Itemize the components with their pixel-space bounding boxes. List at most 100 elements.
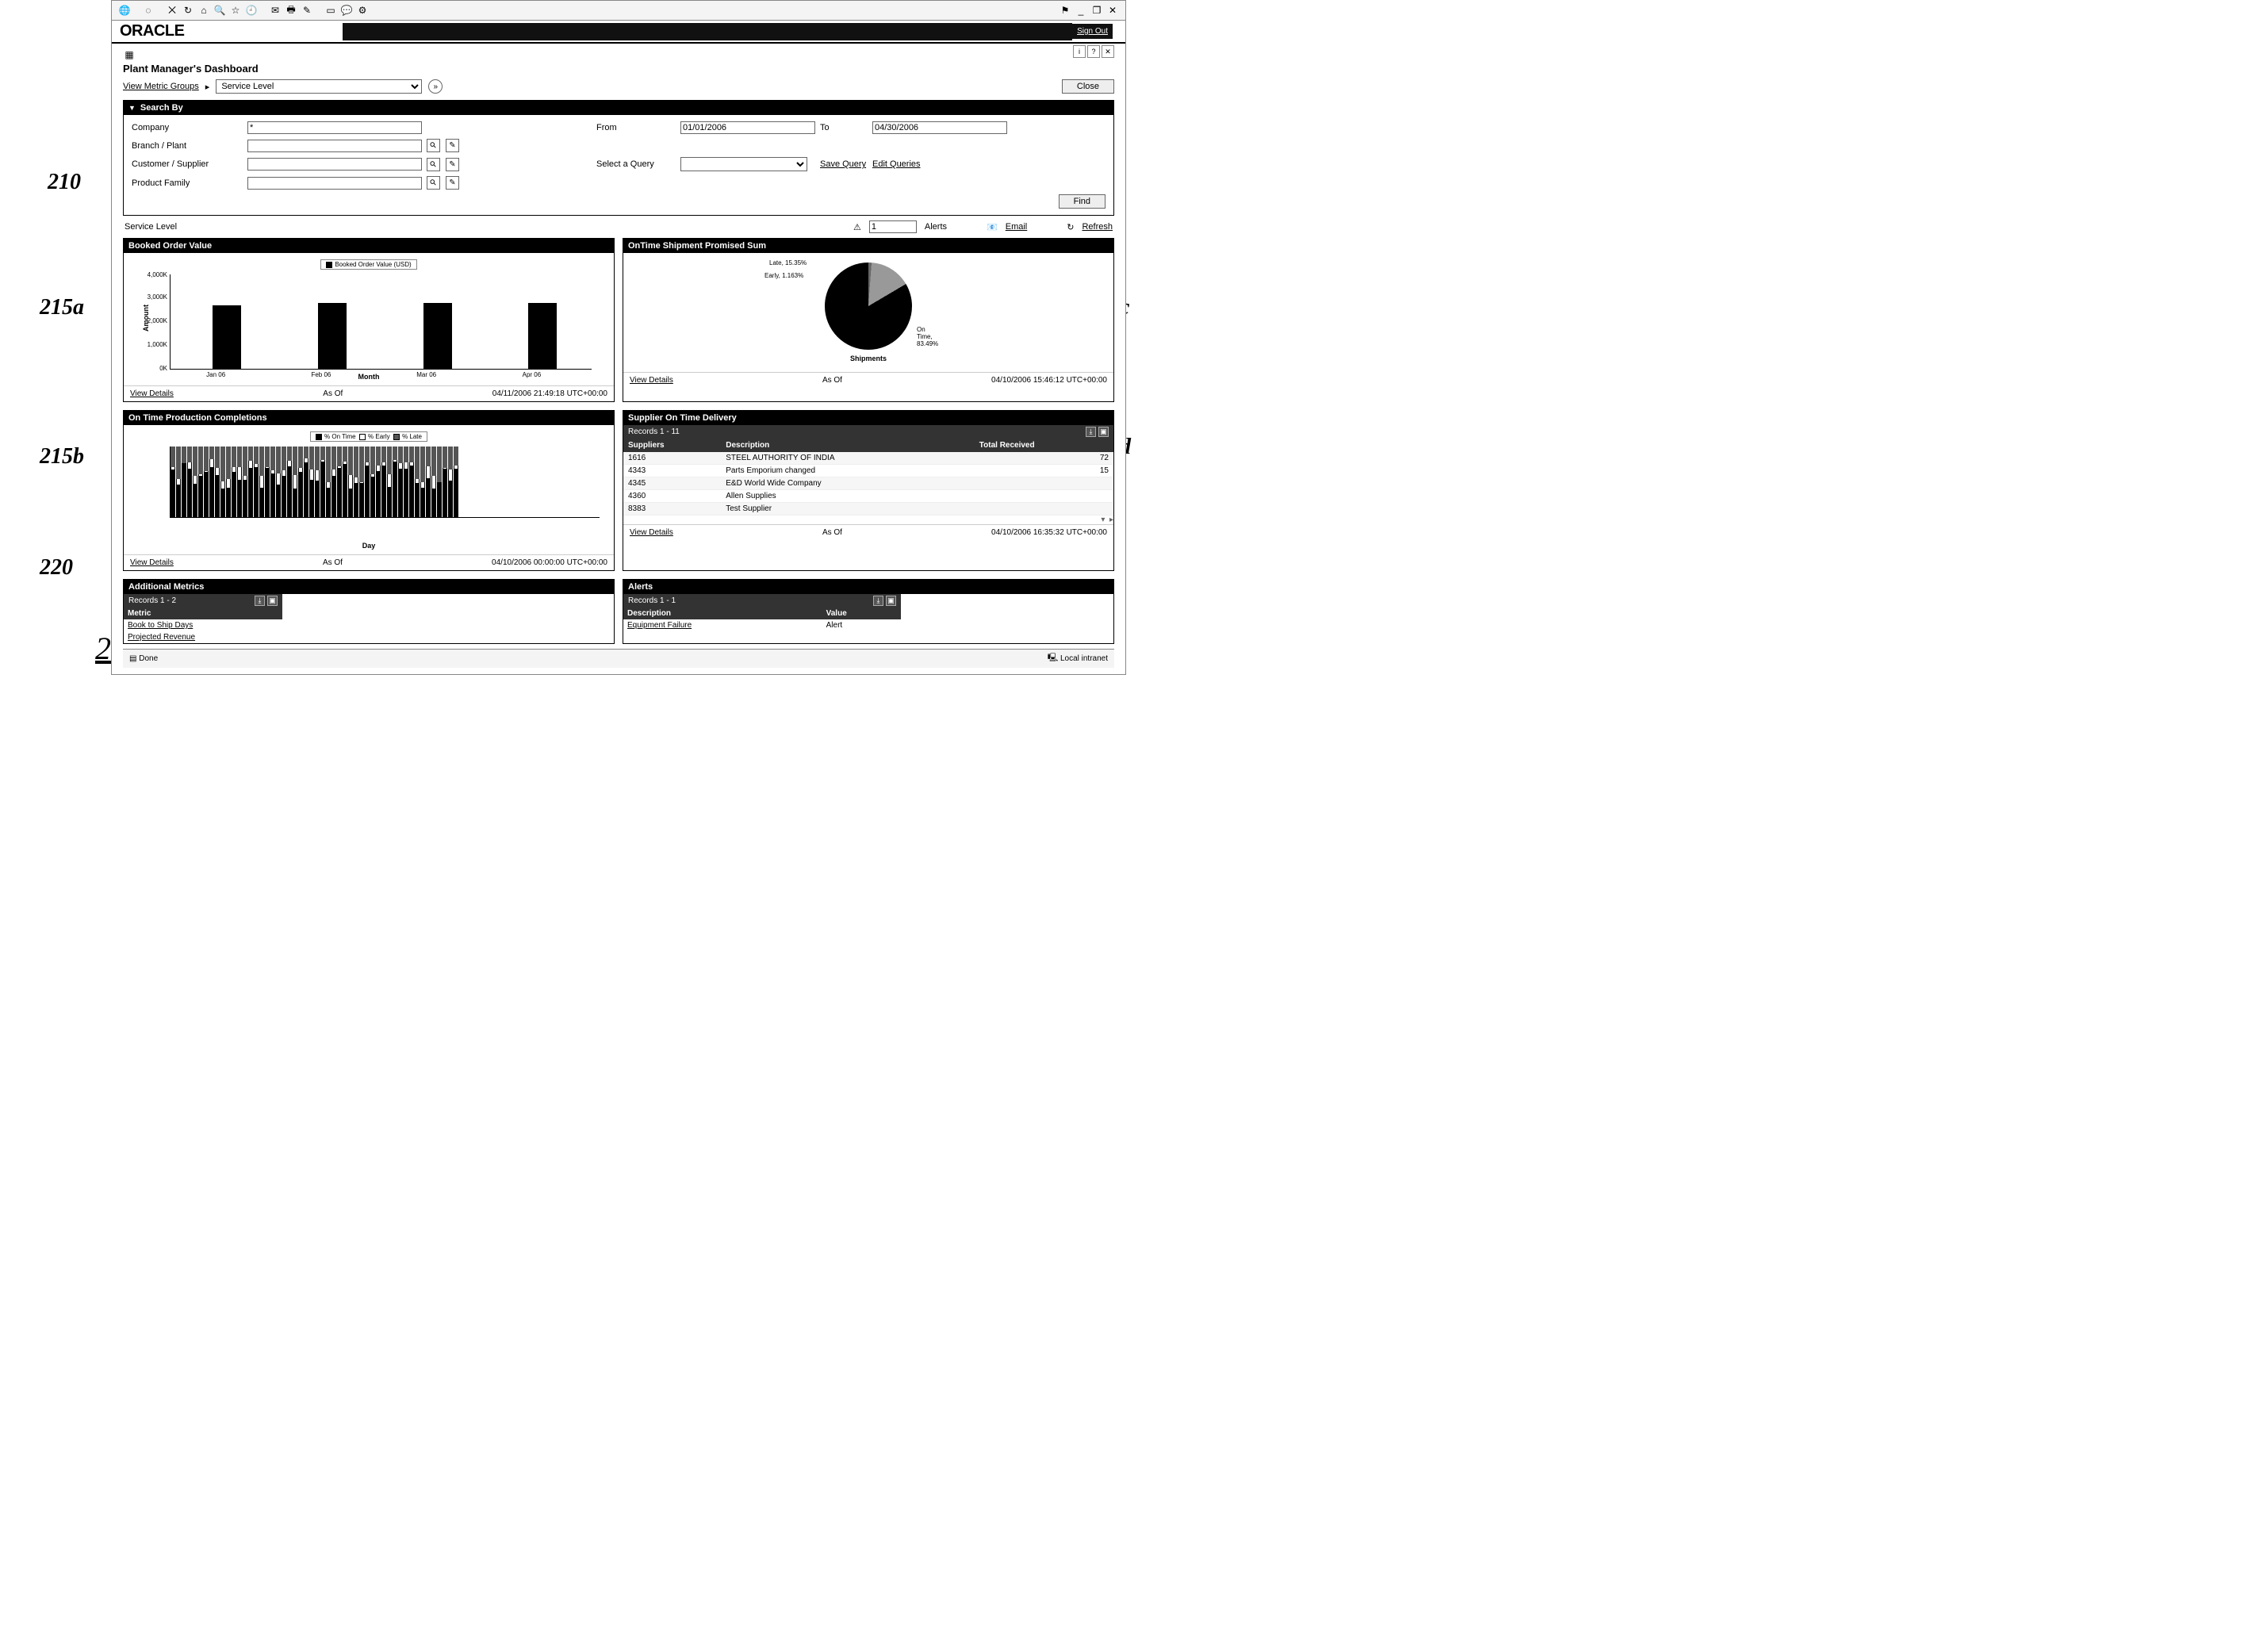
- metric-book-to-ship[interactable]: Book to Ship Days: [128, 621, 193, 630]
- alerts-label: Alerts: [925, 222, 947, 232]
- table-row[interactable]: 4360Allen Supplies: [623, 490, 1113, 503]
- to-input[interactable]: [872, 121, 1007, 134]
- maximize-icon[interactable]: ❐: [1090, 4, 1103, 17]
- portlet-supplier-delivery: Supplier On Time Delivery Records 1 - 11…: [623, 410, 1114, 571]
- edit-icon[interactable]: ✎: [301, 4, 313, 17]
- prod-asof: As Of: [174, 558, 492, 567]
- search-panel-header[interactable]: ▼ Search By: [124, 101, 1113, 115]
- tools-icon[interactable]: ⚙: [356, 4, 369, 17]
- table-row[interactable]: 1616STEEL AUTHORITY OF INDIA72: [623, 452, 1113, 465]
- close-window-icon[interactable]: ✕: [1106, 4, 1119, 17]
- booked-legend: Booked Order Value (USD): [335, 261, 411, 268]
- branch-input[interactable]: [247, 140, 422, 152]
- product-input[interactable]: [247, 177, 422, 190]
- col-alert-desc[interactable]: Description: [623, 608, 822, 619]
- signout-link[interactable]: Sign Out: [1072, 24, 1113, 39]
- alerts-table: Description Value Equipment Failure Aler…: [623, 608, 901, 631]
- dot-icon[interactable]: ◌: [142, 4, 155, 17]
- help-icon[interactable]: ?: [1087, 45, 1100, 58]
- col-total[interactable]: Total Received: [975, 439, 1113, 452]
- print-icon[interactable]: 🖶: [285, 4, 297, 17]
- home-icon[interactable]: ⌂: [197, 4, 210, 17]
- portlet-additional-metrics: Additional Metrics Records 1 - 2 ⤓ ▣: [123, 579, 615, 644]
- email-link[interactable]: Email: [1006, 222, 1028, 232]
- col-suppliers[interactable]: Suppliers: [623, 439, 721, 452]
- col-description[interactable]: Description: [721, 439, 975, 452]
- customer-lookup-icon[interactable]: [427, 158, 440, 171]
- metric-projected-revenue[interactable]: Projected Revenue: [128, 633, 195, 642]
- product-edit-icon[interactable]: [446, 176, 459, 190]
- supplier-view-details[interactable]: View Details: [630, 528, 673, 537]
- export-icon[interactable]: ⤓: [255, 596, 265, 606]
- globe-icon[interactable]: 🌐: [118, 4, 131, 17]
- callout-215b: 215b: [40, 444, 84, 470]
- app-icon: ▦: [123, 48, 136, 61]
- portlet-supplier-title: Supplier On Time Delivery: [623, 411, 1113, 425]
- stop-icon[interactable]: ⨉: [166, 4, 178, 17]
- refresh-status-icon: ↻: [1067, 222, 1074, 232]
- table-row[interactable]: 4343Parts Emporium changed15: [623, 465, 1113, 477]
- view-metric-groups-link[interactable]: View Metric Groups: [123, 82, 199, 91]
- branch-lookup-icon[interactable]: [427, 139, 440, 152]
- ontime-asof: As Of: [673, 376, 991, 385]
- portlet-ontime-title: OnTime Shipment Promised Sum: [623, 239, 1113, 253]
- refresh-icon[interactable]: ↻: [182, 4, 194, 17]
- table-row[interactable]: 8383Test Supplier: [623, 503, 1113, 516]
- booked-ts: 04/11/2006 21:49:18 UTC+00:00: [492, 389, 607, 398]
- zone-icon: 🖳: [1048, 652, 1058, 665]
- branch-edit-icon[interactable]: [446, 139, 459, 152]
- edit-queries-link[interactable]: Edit Queries: [872, 159, 921, 169]
- table-row[interactable]: 4345E&D World Wide Company: [623, 477, 1113, 490]
- save-query-link[interactable]: Save Query: [820, 159, 866, 169]
- minimize-icon[interactable]: _: [1075, 4, 1087, 17]
- prod-view-details[interactable]: View Details: [130, 558, 174, 567]
- oracle-logo: ORACLE: [120, 22, 184, 40]
- done-icon: ▤: [129, 654, 136, 663]
- prod-stacked-chart: % Complete 0% 20% 40% 60% 80% 100%: [170, 447, 600, 518]
- alerts-count-input[interactable]: [869, 220, 917, 233]
- alert-equipment-failure[interactable]: Equipment Failure: [627, 621, 692, 630]
- page-close-icon[interactable]: ✕: [1102, 45, 1114, 58]
- export-icon[interactable]: ⤓: [1086, 427, 1096, 437]
- history-icon[interactable]: 🕘: [245, 4, 258, 17]
- flag-icon[interactable]: ⚑: [1059, 4, 1071, 17]
- customer-label: Customer / Supplier: [132, 159, 243, 169]
- export-icon[interactable]: ⤓: [873, 596, 883, 606]
- from-input[interactable]: [680, 121, 815, 134]
- pie-label-ontime: On Time, 83.49%: [917, 326, 938, 347]
- info-icon[interactable]: i: [1073, 45, 1086, 58]
- search-icon[interactable]: 🔍: [213, 4, 226, 17]
- company-input[interactable]: [247, 121, 422, 134]
- maximize-portlet-icon[interactable]: ▣: [886, 596, 896, 606]
- booked-view-details[interactable]: View Details: [130, 389, 174, 398]
- ontime-view-details[interactable]: View Details: [630, 376, 673, 385]
- discuss-icon[interactable]: 💬: [340, 4, 353, 17]
- refresh-link[interactable]: Refresh: [1082, 222, 1113, 232]
- product-label: Product Family: [132, 178, 243, 188]
- close-button[interactable]: Close: [1062, 79, 1114, 94]
- scroll-hint[interactable]: ▾ ▸: [623, 516, 1113, 524]
- find-button[interactable]: Find: [1059, 194, 1106, 209]
- tab-strip: [343, 23, 1072, 40]
- customer-edit-icon[interactable]: [446, 158, 459, 171]
- col-metric[interactable]: Metric: [124, 608, 282, 619]
- customer-input[interactable]: [247, 158, 422, 171]
- metric-group-select[interactable]: Service Level: [216, 79, 422, 94]
- query-select[interactable]: [680, 157, 807, 171]
- additional-table: Metric Book to Ship Days Projected Reven…: [124, 608, 282, 643]
- product-lookup-icon[interactable]: [427, 176, 440, 190]
- go-button[interactable]: »: [428, 79, 443, 94]
- maximize-portlet-icon[interactable]: ▣: [1098, 427, 1109, 437]
- favorites-icon[interactable]: ☆: [229, 4, 242, 17]
- alerts-records: Records 1 - 1: [628, 596, 676, 605]
- xtick: Feb 06: [305, 371, 337, 378]
- mail-icon[interactable]: ✉: [269, 4, 282, 17]
- pie-label-late: Late, 15.35%: [769, 259, 807, 266]
- alert-icon: ⚠: [853, 222, 861, 232]
- maximize-portlet-icon[interactable]: ▣: [267, 596, 278, 606]
- portlet-additional-title: Additional Metrics: [124, 580, 614, 594]
- col-alert-value[interactable]: Value: [822, 608, 901, 619]
- booked-asof: As Of: [174, 389, 492, 398]
- notes-icon[interactable]: ▭: [324, 4, 337, 17]
- portlet-prod-completions: On Time Production Completions % On Time…: [123, 410, 615, 571]
